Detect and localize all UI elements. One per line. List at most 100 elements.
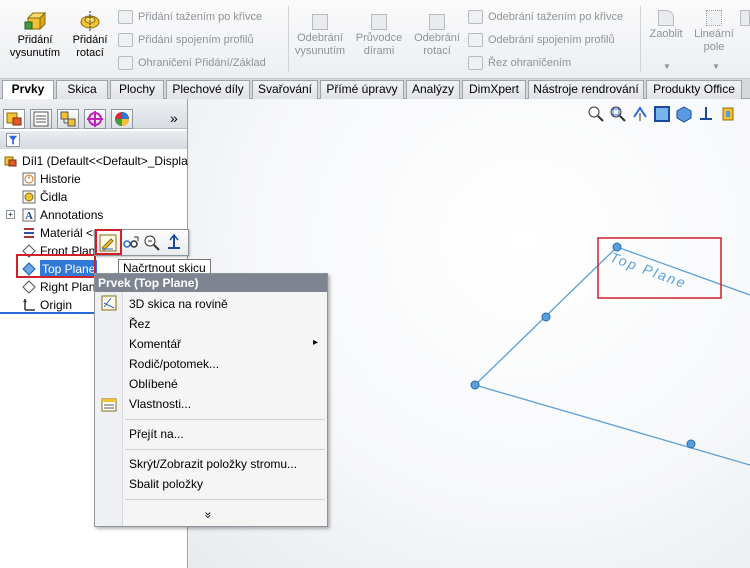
lofted-boss-button[interactable]: Přidání spojením profilů (116, 30, 254, 50)
revolved-cut-button[interactable]: Odebrání rotací (410, 14, 464, 58)
tree-item-label: Right Plane (40, 280, 103, 294)
extrude-boss-button[interactable]: Přidání vysunutím (6, 10, 64, 60)
menu-item-favorites[interactable]: Oblíbené (129, 374, 178, 394)
revolve-boss-button[interactable]: Přidání rotací (66, 10, 114, 60)
menu-item-properties[interactable]: Vlastnosti... (129, 394, 191, 414)
tree-filter-bar (0, 131, 187, 149)
annotations-icon: A (22, 208, 36, 222)
feature-tree-icon (6, 112, 22, 126)
lofted-boss-icon (118, 33, 133, 47)
swept-cut-icon (468, 10, 483, 24)
sketch-button-highlight (95, 229, 122, 255)
submenu-arrow-icon: ▸ (313, 337, 319, 348)
properties-icon (101, 398, 117, 412)
more-features-icon (740, 10, 750, 26)
tab-office-products[interactable]: Produkty Office (646, 80, 742, 99)
zoom-to-selection-icon[interactable] (143, 234, 161, 252)
tab-dimxpert[interactable]: DimXpert (462, 80, 526, 99)
menu-item-3d-sketch-on-plane[interactable]: 3D skica na rovině (129, 294, 228, 314)
origin-icon (23, 299, 35, 311)
sensors-icon (22, 190, 36, 204)
plane-name-label: Top Plane (608, 249, 689, 292)
svg-text:A: A (25, 210, 33, 222)
boundary-cut-button[interactable]: Řez ohraničením (466, 53, 571, 73)
extruded-cut-button[interactable]: Odebrání vysunutím (292, 14, 348, 58)
property-list-icon (33, 111, 49, 127)
tab-direct-editing[interactable]: Přímé úpravy (320, 80, 404, 99)
material-icon (24, 228, 34, 238)
revolve-boss-label: Přidání rotací (72, 34, 108, 59)
tab-render-tools[interactable]: Nástroje rendrování (528, 80, 644, 99)
panel-collapse-button[interactable]: » (170, 109, 178, 127)
configuration-icon (60, 111, 76, 127)
more-features-button[interactable] (740, 10, 750, 28)
dimxpert-manager-tab[interactable] (84, 109, 106, 129)
swept-cut-button[interactable]: Odebrání tažením po křivce (466, 7, 623, 27)
extruded-cut-icon (312, 14, 328, 30)
fillet-dropdown-icon[interactable]: ▼ (663, 62, 671, 71)
menu-item-comment[interactable]: Komentář (129, 334, 181, 354)
menu-item-section[interactable]: Řez (129, 314, 150, 334)
menu-separator (125, 499, 325, 500)
plane-icon (22, 280, 36, 294)
edit-relations-icon[interactable] (122, 234, 140, 252)
fillet-icon (658, 10, 674, 26)
menu-item-go-to[interactable]: Přejít na... (129, 424, 184, 444)
ribbon-separator (288, 6, 289, 72)
tree-item-label: Čidla (40, 190, 68, 204)
command-manager-tabs: Prvky Skica Plochy Plechové díly Svařová… (0, 79, 750, 100)
filter-icon[interactable] (6, 133, 20, 147)
3d-sketch-on-plane-icon (101, 295, 117, 311)
dimxpert-icon (87, 111, 103, 127)
linear-pattern-button[interactable]: Lineární pole (690, 10, 738, 54)
feature-manager-tab[interactable] (3, 109, 25, 129)
boundary-boss-button[interactable]: Ohraničení Přidání/Základ (116, 53, 266, 73)
menu-item-collapse-items[interactable]: Sbalit položky (129, 474, 203, 494)
boundary-boss-icon (118, 56, 133, 70)
fillet-button[interactable]: Zaoblit (644, 10, 688, 41)
lofted-cut-icon (468, 33, 483, 47)
swept-boss-button[interactable]: Přidání tažením po křivce (116, 7, 262, 27)
part-icon (4, 156, 17, 167)
menu-item-hide-show-tree-items[interactable]: Skrýt/Zobrazit položky stromu... (129, 454, 297, 474)
normal-to-icon[interactable] (165, 234, 183, 252)
tree-item-label: Annotations (40, 208, 104, 222)
tab-sketch[interactable]: Skica (56, 80, 108, 99)
plane-handle[interactable] (470, 380, 480, 390)
linear-pattern-dropdown-icon[interactable]: ▼ (712, 62, 720, 71)
tab-surfaces[interactable]: Plochy (110, 80, 164, 99)
tab-evaluate[interactable]: Analýzy (406, 80, 460, 99)
tab-features[interactable]: Prvky (2, 80, 54, 100)
ribbon-separator (640, 6, 641, 72)
boundary-cut-icon (468, 56, 483, 70)
configuration-manager-tab[interactable] (57, 109, 79, 129)
tree-item-highlight (16, 254, 96, 278)
tab-weldments[interactable]: Svařování (252, 80, 318, 99)
history-icon (22, 172, 36, 186)
menu-separator (125, 419, 325, 420)
command-manager-ribbon: Přidání vysunutím Přidání rotací Přidání… (0, 0, 750, 79)
revolve-boss-icon (80, 11, 100, 31)
tree-item-label: Historie (40, 172, 81, 186)
extrude-boss-icon (24, 11, 46, 31)
hole-wizard-button[interactable]: Průvodce dírami (350, 14, 408, 58)
tab-sheet-metal[interactable]: Plechové díly (166, 80, 250, 99)
swept-boss-icon (118, 10, 133, 24)
plane-handle[interactable] (686, 439, 696, 449)
hole-wizard-icon (371, 14, 387, 30)
menu-separator (125, 449, 325, 450)
display-manager-tab[interactable] (111, 109, 133, 129)
context-menu-header: Prvek (Top Plane) (95, 274, 327, 292)
linear-pattern-icon (706, 10, 722, 26)
display-manager-icon (115, 112, 129, 126)
manager-tabs: » (0, 99, 187, 129)
property-manager-tab[interactable] (30, 109, 52, 129)
menu-expand-icon[interactable]: » (201, 512, 215, 519)
lofted-cut-button[interactable]: Odebrání spojením profilů (466, 30, 615, 50)
annotations-expand-icon[interactable]: + (6, 210, 15, 219)
tree-root-label: Díl1 (Default<<Default>_Displa (22, 154, 188, 168)
revolved-cut-icon (429, 14, 445, 30)
context-menu: Prvek (Top Plane) 3D skica na rovině Řez… (94, 273, 328, 527)
plane-handle[interactable] (541, 312, 551, 322)
menu-item-parent-child[interactable]: Rodič/potomek... (129, 354, 219, 374)
